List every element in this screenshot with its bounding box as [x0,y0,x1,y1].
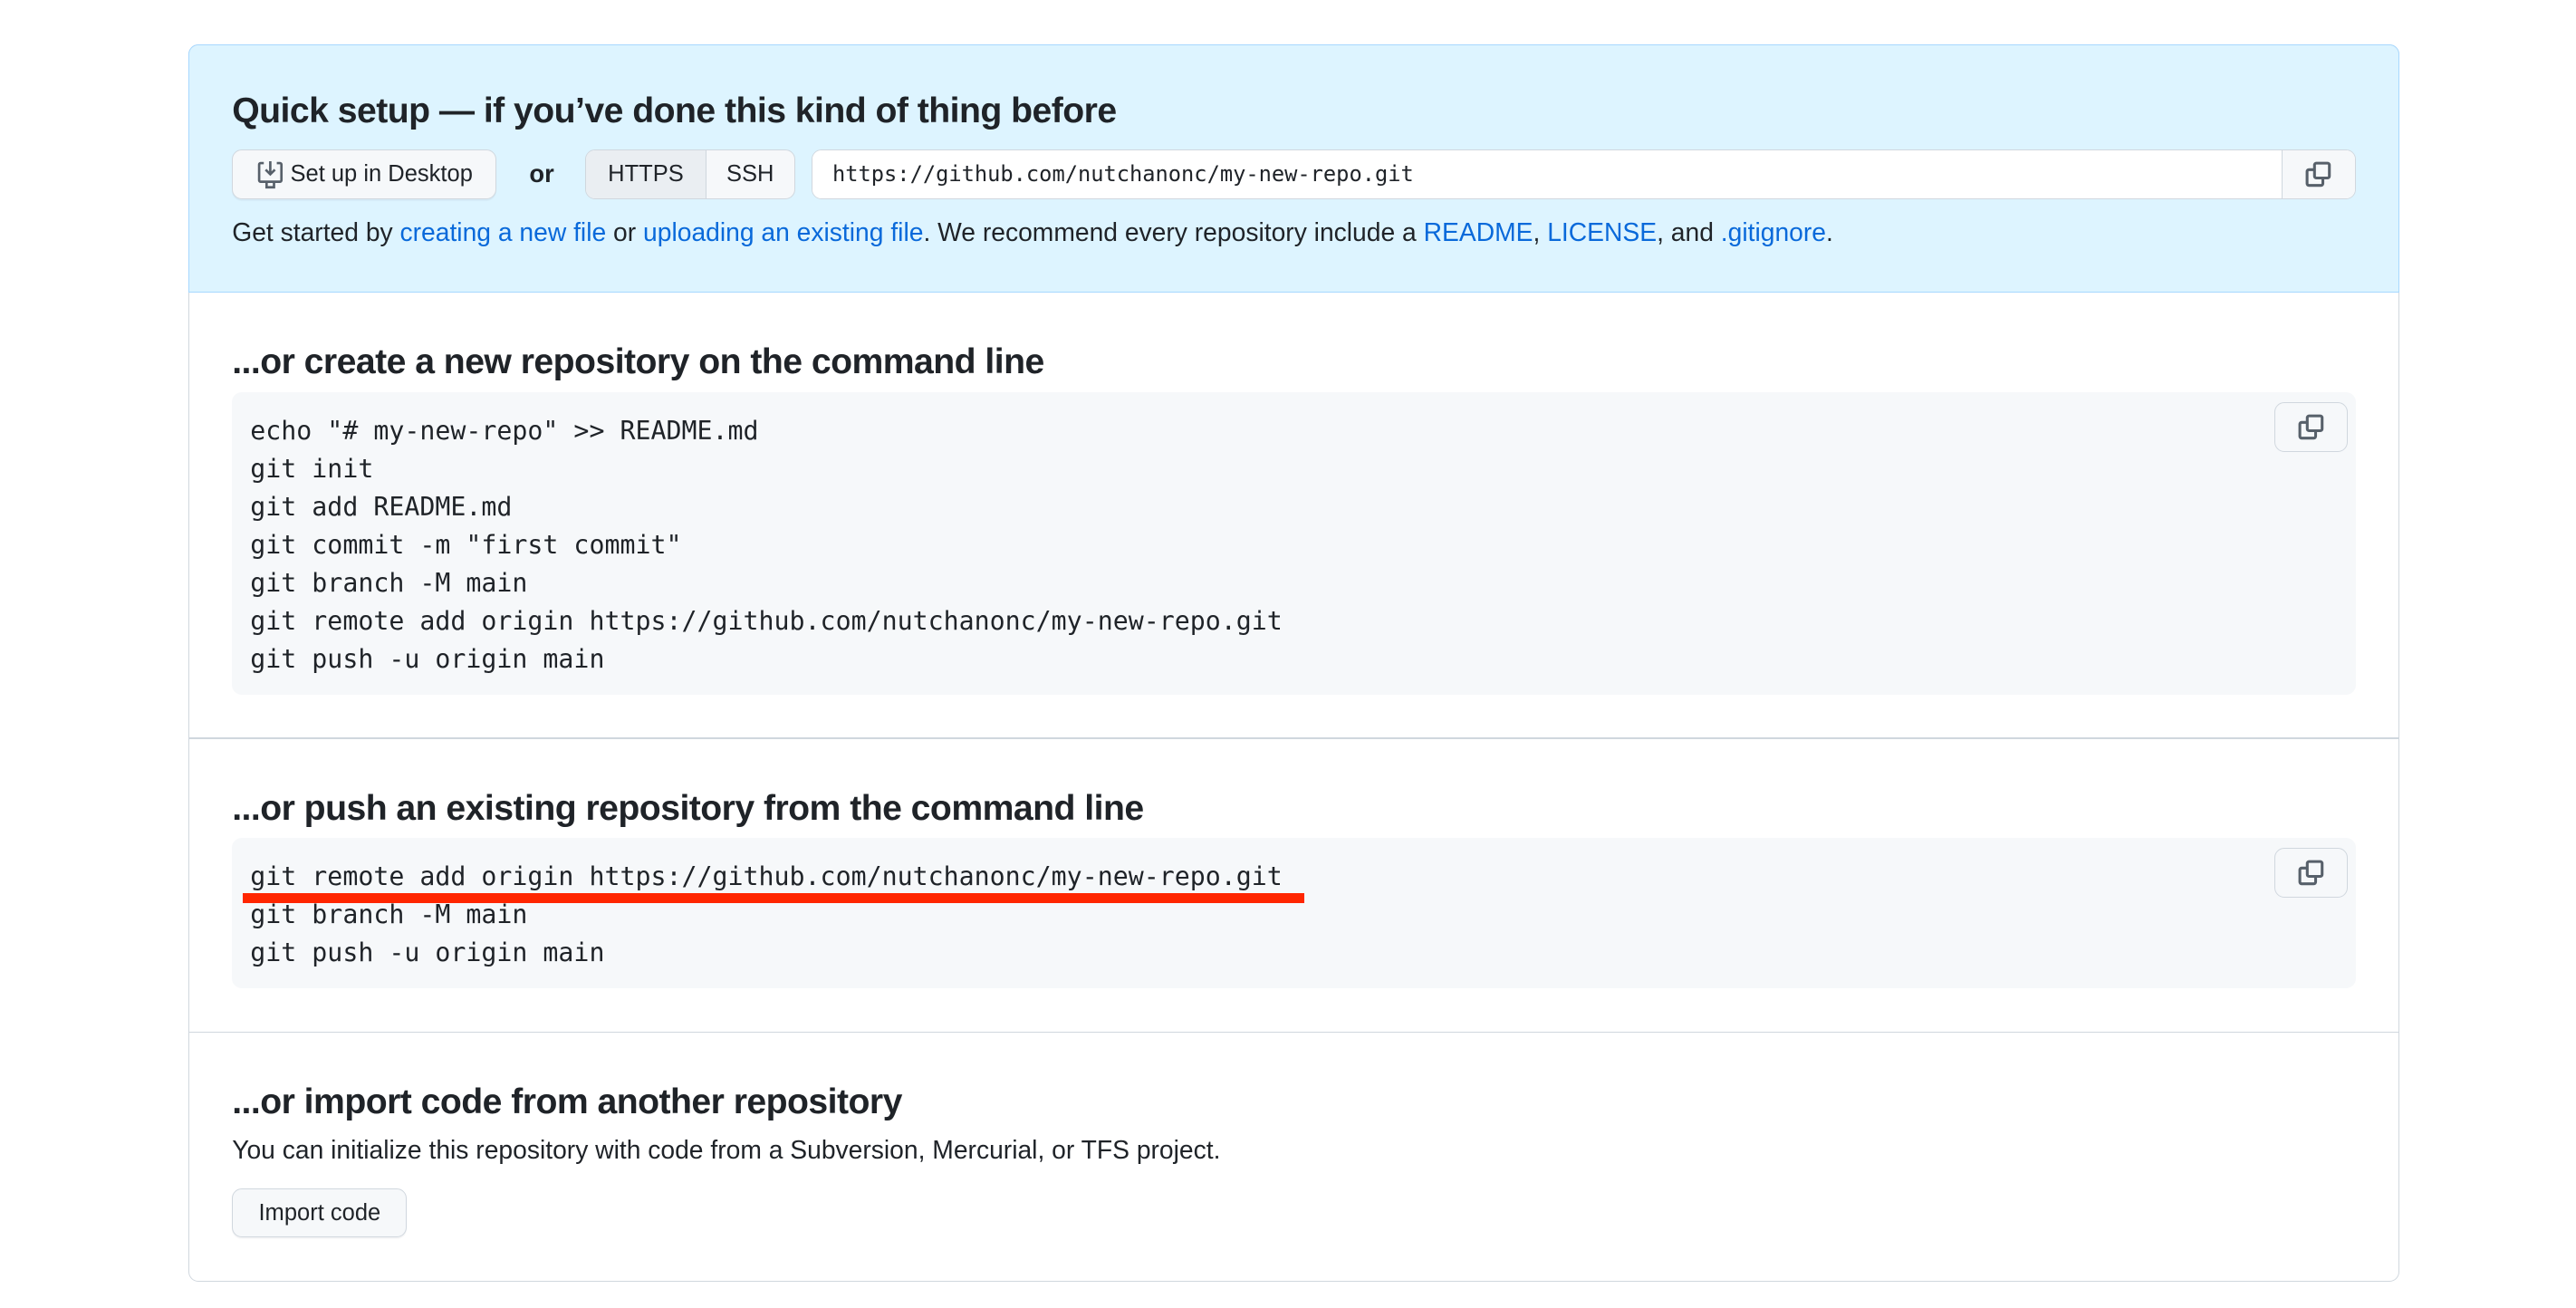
push-existing-title: ...or push an existing repository from t… [232,788,1144,828]
gitignore-link[interactable]: .gitignore [1721,217,1826,246]
intro-text: , [1533,216,1548,246]
create-new-file-link[interactable]: creating a new file [400,217,607,246]
intro-text: . [1825,216,1833,246]
import-code-title: ...or import code from another repositor… [232,1082,902,1122]
clone-url-input[interactable] [812,150,2282,198]
or-label: or [529,159,554,188]
clone-url-group [812,149,2356,199]
create-repo-title: ...or create a new repository on the com… [232,342,1044,382]
copy-push-code-button[interactable] [2274,848,2348,898]
copy-icon [2298,860,2324,886]
desktop-download-icon [257,161,284,189]
upload-existing-file-link[interactable]: uploading an existing file [643,217,923,246]
intro-text: . We recommend every repository include … [923,216,1424,246]
section-divider [188,737,2399,739]
import-code-button[interactable]: Import code [232,1188,408,1238]
setup-in-desktop-label: Set up in Desktop [290,160,473,187]
intro-text: Get started by [232,216,400,246]
section-divider [188,1031,2399,1034]
push-existing-code-block: git remote add origin https://github.com… [232,838,2356,989]
tab-https[interactable]: HTTPS [586,150,706,198]
copy-icon [2298,414,2324,440]
copy-icon [2305,161,2331,188]
create-repo-code-block: echo "# my-new-repo" >> README.md git in… [232,392,2356,695]
tab-ssh[interactable]: SSH [706,150,794,198]
copy-create-code-button[interactable] [2274,402,2348,452]
copy-url-button[interactable] [2281,150,2355,198]
quick-setup-title: Quick setup — if you’ve done this kind o… [232,91,1117,131]
quick-setup-intro: Get started by creating a new file or up… [232,217,1833,247]
push-existing-code: git remote add origin https://github.com… [250,861,1283,968]
intro-text: or [606,216,644,246]
create-repo-code: echo "# my-new-repo" >> README.md git in… [250,415,1283,674]
readme-link[interactable]: README [1424,217,1533,246]
setup-panel: Quick setup — if you’ve done this kind o… [187,44,2400,1282]
protocol-toggle: HTTPS SSH [585,149,795,199]
red-highlight-underline [242,893,1305,904]
quick-setup-section: Quick setup — if you’ve done this kind o… [188,45,2399,293]
setup-in-desktop-button[interactable]: Set up in Desktop [232,149,496,199]
intro-text: , and [1657,216,1721,246]
page: Quick setup — if you’ve done this kind o… [0,0,2576,1308]
license-link[interactable]: LICENSE [1547,217,1657,246]
import-description: You can initialize this repository with … [232,1135,1221,1165]
